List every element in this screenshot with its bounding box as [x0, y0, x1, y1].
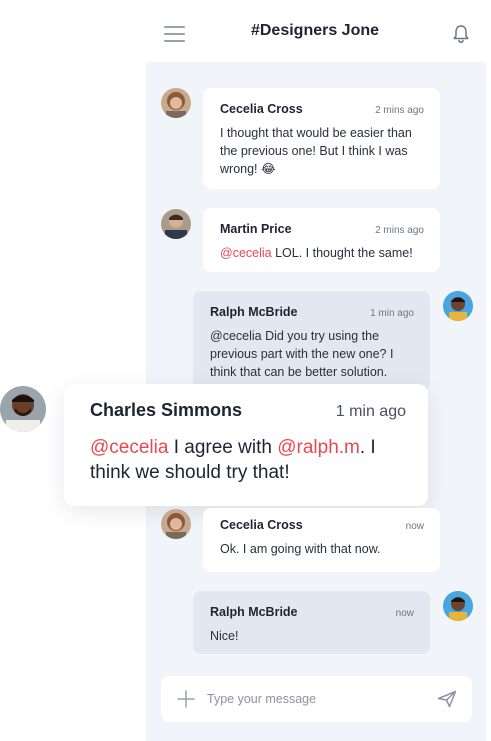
message-text: I thought that would be easier than the …	[220, 126, 412, 176]
message-input[interactable]	[207, 688, 427, 710]
bell-icon[interactable]	[452, 24, 470, 44]
message-time: 1 min ago	[370, 308, 414, 319]
message-author: Ralph McBride	[210, 305, 298, 319]
mention-link[interactable]: @cecelia	[220, 246, 272, 260]
message-text-part: LOL. I thought the same!	[271, 246, 413, 260]
hamburger-menu-icon[interactable]	[164, 26, 185, 42]
message-text: @cecelia Did you try using the previous …	[210, 329, 394, 379]
avatar-ralph[interactable]	[443, 291, 473, 321]
message-time: 2 mins ago	[375, 105, 424, 116]
message-text: @cecelia LOL. I thought the same!	[220, 244, 424, 262]
plus-icon[interactable]	[177, 690, 195, 708]
message-text-part: I agree with	[168, 437, 278, 458]
message-text: @cecelia I agree with @ralph.m. I think …	[90, 435, 406, 485]
avatar-cecelia[interactable]	[161, 509, 191, 539]
message-bubble: Cecelia Cross now Ok. I am going with th…	[203, 508, 440, 572]
avatar-cecelia[interactable]	[161, 88, 191, 118]
message-text: Nice!	[210, 629, 239, 643]
message-time: 2 mins ago	[375, 225, 424, 236]
mention-link[interactable]: @cecelia	[90, 437, 168, 458]
message-composer	[161, 676, 472, 722]
message-author: Martin Price	[220, 222, 292, 236]
message-time: now	[395, 608, 414, 619]
message-time: 1 min ago	[335, 403, 406, 420]
channel-title: #Designers Jone	[250, 22, 380, 39]
mention-link[interactable]: @ralph.m	[277, 437, 360, 458]
message-time: now	[405, 521, 424, 532]
message-bubble: Martin Price 2 mins ago @cecelia LOL. I …	[203, 208, 440, 272]
message-bubble: Cecelia Cross 2 mins ago I thought that …	[203, 88, 440, 189]
message-author: Ralph McBride	[210, 605, 298, 619]
own-message-bubble: Ralph McBride now Nice!	[193, 591, 430, 654]
avatar-ralph[interactable]	[443, 591, 473, 621]
message-text: Ok. I am going with that now.	[220, 542, 381, 556]
own-message-bubble: Ralph McBride 1 min ago @cecelia Did you…	[193, 291, 430, 391]
avatar-martin[interactable]	[161, 209, 191, 239]
send-icon[interactable]	[437, 690, 457, 708]
message-author: Cecelia Cross	[220, 518, 303, 532]
message-author: Cecelia Cross	[220, 102, 303, 116]
avatar-charles[interactable]	[0, 386, 46, 432]
highlighted-message-card: Charles Simmons 1 min ago @cecelia I agr…	[64, 384, 428, 506]
message-author: Charles Simmons	[90, 400, 243, 420]
